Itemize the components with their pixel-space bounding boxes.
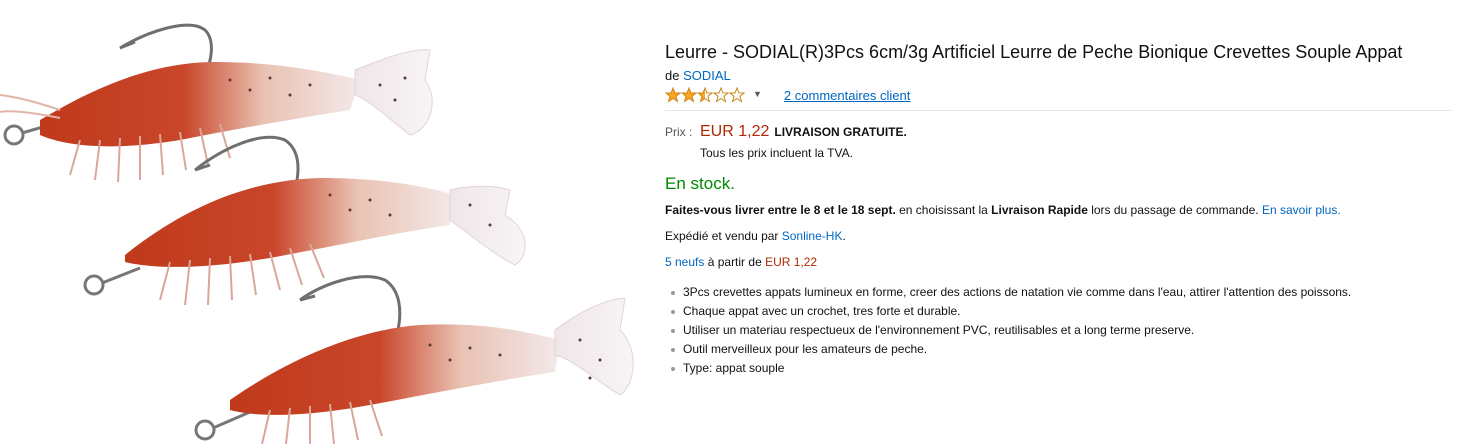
star-icon <box>697 87 713 103</box>
divider <box>665 110 1452 111</box>
new-offers-link[interactable]: 5 neufs <box>665 255 704 269</box>
shipped-suffix: . <box>842 229 846 243</box>
seller-link[interactable]: Sonline-HK <box>782 229 843 243</box>
star-icon <box>713 87 729 103</box>
lure-bottom <box>194 275 634 444</box>
stock-status: En stock. <box>665 174 735 193</box>
delivery-text-2: lors du passage de commande. <box>1087 203 1262 217</box>
offers-price: EUR 1,22 <box>765 255 818 269</box>
list-item: Outil merveilleux pour les amateurs de p… <box>669 340 1455 359</box>
list-item: 3Pcs crevettes appats lumineux en forme,… <box>669 283 1455 302</box>
delivery-text-1: en choisissant la <box>895 203 992 217</box>
shipped-by: Expédié et vendu par Sonline-HK. <box>665 229 1455 243</box>
delivery-fast: Livraison Rapide <box>991 203 1088 217</box>
vat-note: Tous les prix incluent la TVA. <box>700 146 853 160</box>
offers-middle: à partir de <box>704 255 766 269</box>
lure-top <box>0 23 433 183</box>
chevron-down-icon[interactable]: ▼ <box>753 89 762 99</box>
feature-bullets: 3Pcs crevettes appats lumineux en forme,… <box>669 283 1455 378</box>
byline: de SODIAL <box>665 68 1455 83</box>
product-details: Leurre - SODIAL(R)3Pcs 6cm/3g Artificiel… <box>665 40 1455 378</box>
star-rating[interactable] <box>665 87 745 103</box>
learn-more-link[interactable]: En savoir plus. <box>1262 203 1341 217</box>
price-label: Prix : <box>665 125 693 139</box>
list-item: Type: appat souple <box>669 359 1455 378</box>
product-image[interactable] <box>0 0 640 444</box>
delivery-info: Faites-vous livrer entre le 8 et le 18 s… <box>665 203 1455 217</box>
lure-middle <box>83 135 526 306</box>
byline-prefix: de <box>665 68 680 83</box>
brand-link[interactable]: SODIAL <box>683 68 731 83</box>
free-shipping-label: LIVRAISON GRATUITE. <box>774 125 907 139</box>
shrimp-lure-icon <box>0 23 634 444</box>
list-item: Utiliser un materiau respectueux de l'en… <box>669 321 1455 340</box>
reviews-link[interactable]: 2 commentaires client <box>784 88 910 103</box>
star-icon <box>681 87 697 103</box>
price-value: EUR 1,22 <box>700 123 770 140</box>
price-row: Prix : EUR 1,22 LIVRAISON GRATUITE. <box>665 123 1455 141</box>
star-icon <box>729 87 745 103</box>
list-item: Chaque appat avec un crochet, tres forte… <box>669 302 1455 321</box>
rating-row: ▼ 2 commentaires client <box>665 86 1455 104</box>
offers: 5 neufs à partir de EUR 1,22 <box>665 255 1455 269</box>
star-icon <box>665 87 681 103</box>
shipped-prefix: Expédié et vendu par <box>665 229 782 243</box>
product-title: Leurre - SODIAL(R)3Pcs 6cm/3g Artificiel… <box>665 42 1403 62</box>
delivery-dates: Faites-vous livrer entre le 8 et le 18 s… <box>665 203 896 217</box>
